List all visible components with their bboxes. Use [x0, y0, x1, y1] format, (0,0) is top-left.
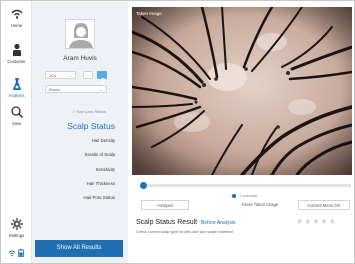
app-window: Home Customer Analysis View Settings Ara…	[0, 0, 355, 264]
nav-item-view[interactable]: View	[1, 105, 32, 126]
hair-loss-status-checkbox[interactable]: ✓ Hair Loss Status	[72, 109, 106, 114]
age-select[interactable]: 20's ⌄	[45, 71, 76, 79]
hair-loss-status-label: Hair Loss Status	[76, 109, 106, 114]
profile-panel: Aram Huvis 20's ⌄ Brown ⌄ ✓ Hair Loss St…	[32, 1, 128, 263]
nav-label-view: View	[11, 121, 22, 126]
check-icon: ✓	[72, 109, 76, 114]
star-icon: ★	[328, 217, 337, 226]
nav-item-analysis[interactable]: Analysis	[1, 77, 32, 98]
customer-legend: Customer	[232, 193, 257, 198]
nav-item-home[interactable]: Home	[1, 7, 32, 28]
hair-color-select[interactable]: Brown ⌄	[45, 85, 107, 93]
battery-icon	[18, 249, 24, 257]
wifi-arc-icon	[11, 9, 22, 19]
search-icon	[10, 106, 23, 119]
legend-dot	[232, 193, 236, 198]
slider-knob[interactable]	[139, 181, 148, 190]
scalp-status-result-heading: Scalp Status Result Before Analysis	[136, 219, 236, 226]
gender-male-toggle[interactable]	[83, 71, 93, 79]
image-slider[interactable]	[139, 181, 351, 190]
chevron-down-icon: ⌄	[68, 73, 72, 78]
age-select-value: 20's	[49, 73, 57, 78]
menu-item-hair-thickness[interactable]: Hair Thickness	[32, 181, 128, 186]
menu-item-sensitivity[interactable]: Sensitivity	[32, 167, 128, 172]
star-icon: ★	[296, 217, 305, 226]
chevron-down-icon: ⌄	[99, 87, 103, 92]
nav-item-settings[interactable]: Settings	[1, 217, 32, 238]
analysis-button[interactable]: Analysis	[141, 200, 189, 210]
star-icon: ★	[320, 217, 329, 226]
result-subtitle: Before Analysis	[201, 220, 236, 226]
menu-item-hair-density[interactable]: Hair Density	[32, 138, 128, 143]
result-title-text: Scalp Status Result	[136, 219, 198, 226]
nav-label-customer: Customer	[7, 59, 26, 64]
scalp-camera-image: Taken Image	[132, 7, 352, 175]
rating-stars: ★★★★★	[296, 217, 337, 226]
nav-label-settings: Settings	[8, 233, 25, 238]
flask-icon	[12, 78, 21, 90]
show-all-results-button[interactable]: Show All Results	[35, 240, 123, 257]
avatar-placeholder-icon	[69, 23, 93, 48]
nav-rail: Home Customer Analysis View Settings	[1, 1, 32, 263]
star-icon: ★	[312, 217, 321, 226]
slider-track	[145, 184, 351, 187]
scalp-closeup-image	[132, 7, 352, 175]
person-icon	[12, 43, 21, 56]
nav-label-analysis: Analysis	[8, 93, 25, 98]
menu-item-keratin[interactable]: Keratin of Scalp	[32, 152, 128, 157]
nav-label-home: Home	[10, 23, 23, 28]
female-icon	[101, 78, 105, 84]
result-description: Check current scalp type for self-care a…	[136, 230, 234, 234]
control-menu-button[interactable]: Control Menu On	[298, 200, 350, 210]
gender-female-toggle[interactable]	[97, 71, 107, 84]
wifi-status-icon	[8, 250, 16, 257]
taken-image-label: Taken Image	[136, 11, 162, 16]
hair-color-value: Brown	[49, 87, 61, 92]
customer-name: Aram Huvis	[63, 55, 97, 62]
avatar	[65, 19, 95, 49]
legend-label: Customer	[240, 193, 258, 198]
main-area: Taken Image Customer Analysis Show Taken…	[128, 1, 354, 263]
scalp-status-title[interactable]: Scalp Status	[32, 121, 128, 131]
nav-item-customer[interactable]: Customer	[1, 43, 32, 64]
show-taken-image-button[interactable]: Show Taken Image	[231, 200, 289, 210]
menu-item-hair-pore-status[interactable]: Hair Pore Status	[32, 195, 128, 200]
gear-icon	[10, 218, 23, 230]
